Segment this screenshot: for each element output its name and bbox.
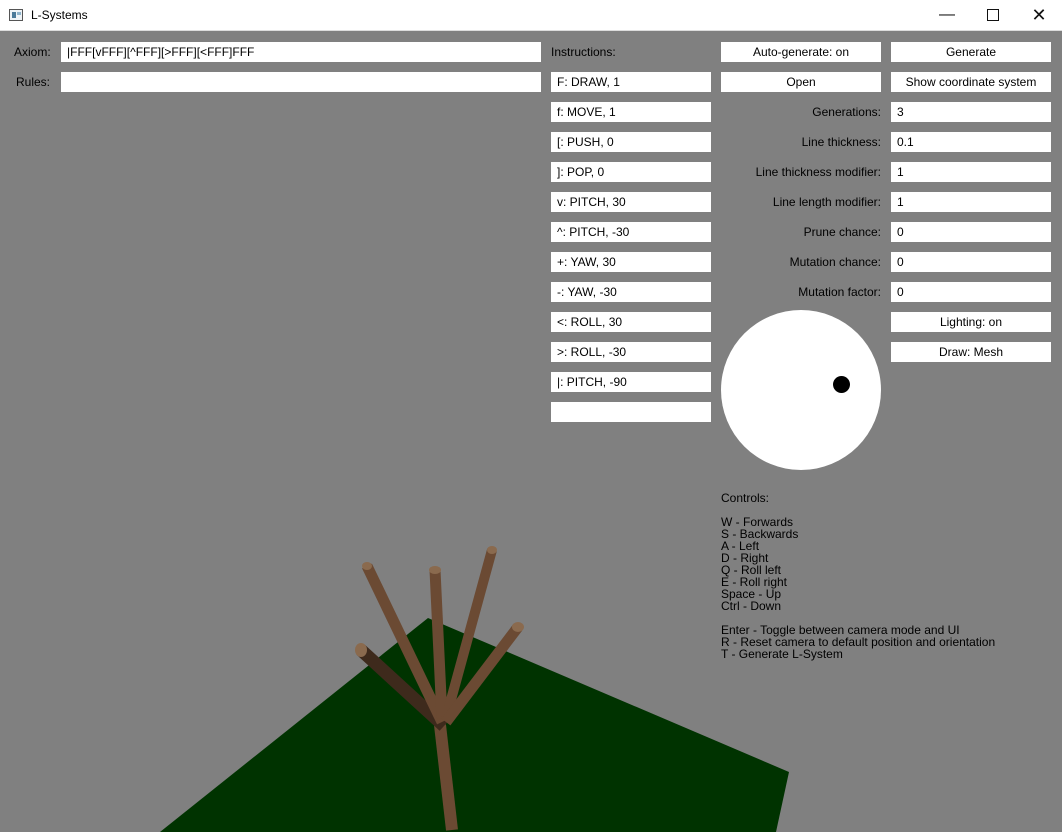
instruction-field[interactable]: -: YAW, -30 [551,282,711,302]
instruction-field[interactable]: f: MOVE, 1 [551,102,711,122]
instruction-field[interactable]: |: PITCH, -90 [551,372,711,392]
instruction-field[interactable]: +: YAW, 30 [551,252,711,272]
prune-chance-label: Prune chance: [803,225,881,239]
line-thickness-modifier-label: Line thickness modifier: [755,165,881,179]
instruction-field[interactable]: >: ROLL, -30 [551,342,711,362]
show-coordinate-system-button[interactable]: Show coordinate system [891,72,1051,92]
mutation-factor-label: Mutation factor: [798,285,881,299]
instruction-field[interactable]: F: DRAW, 1 [551,72,711,92]
light-direction-handle[interactable] [833,376,850,393]
line-length-modifier-label: Line length modifier: [772,195,881,209]
axiom-label: Axiom: [14,45,51,59]
mutation-chance-input[interactable]: 0 [891,252,1051,272]
instruction-field[interactable]: <: ROLL, 30 [551,312,711,332]
line-thickness-input[interactable]: 0.1 [891,132,1051,152]
window-title: L-Systems [31,8,88,22]
axiom-input[interactable]: |FFF[vFFF][^FFF][>FFF][<FFF]FFF [61,42,541,62]
instruction-field-empty[interactable] [551,402,711,422]
generate-button[interactable]: Generate [891,42,1051,62]
auto-generate-button[interactable]: Auto-generate: on [721,42,881,62]
control-hint: Ctrl - Down [721,599,782,613]
instruction-field[interactable]: ^: PITCH, -30 [551,222,711,242]
mutation-factor-input[interactable]: 0 [891,282,1051,302]
rules-label: Rules: [16,75,51,89]
generations-label: Generations: [812,105,881,119]
controls-title: Controls: [721,491,770,505]
control-hint: S - Backwards [721,527,799,541]
maximize-button[interactable] [970,0,1016,30]
instructions-label: Instructions: [551,45,616,59]
minimize-button[interactable]: — [924,0,970,30]
line-length-modifier-input[interactable]: 1 [891,192,1051,212]
controls-help: Controls: W - Forwards S - Backwards A -… [721,492,995,660]
open-button[interactable]: Open [721,72,881,92]
ground-plane [160,618,789,832]
generations-input[interactable]: 3 [891,102,1051,122]
mutation-chance-label: Mutation chance: [789,255,881,269]
rules-input[interactable] [61,72,541,92]
control-hint: T - Generate L-System [721,647,843,661]
lighting-toggle-button[interactable]: Lighting: on [891,312,1051,332]
line-thickness-label: Line thickness: [801,135,881,149]
instruction-field[interactable]: [: PUSH, 0 [551,132,711,152]
draw-mode-button[interactable]: Draw: Mesh [891,342,1051,362]
prune-chance-input[interactable]: 0 [891,222,1051,242]
line-thickness-modifier-input[interactable]: 1 [891,162,1051,182]
light-direction-picker[interactable] [721,310,881,470]
maximize-icon [987,8,999,21]
instruction-field[interactable]: v: PITCH, 30 [551,192,711,212]
app-icon [9,9,23,21]
title-bar: L-Systems — ✕ [0,0,1062,31]
instruction-field[interactable]: ]: POP, 0 [551,162,711,182]
close-button[interactable]: ✕ [1016,0,1062,30]
